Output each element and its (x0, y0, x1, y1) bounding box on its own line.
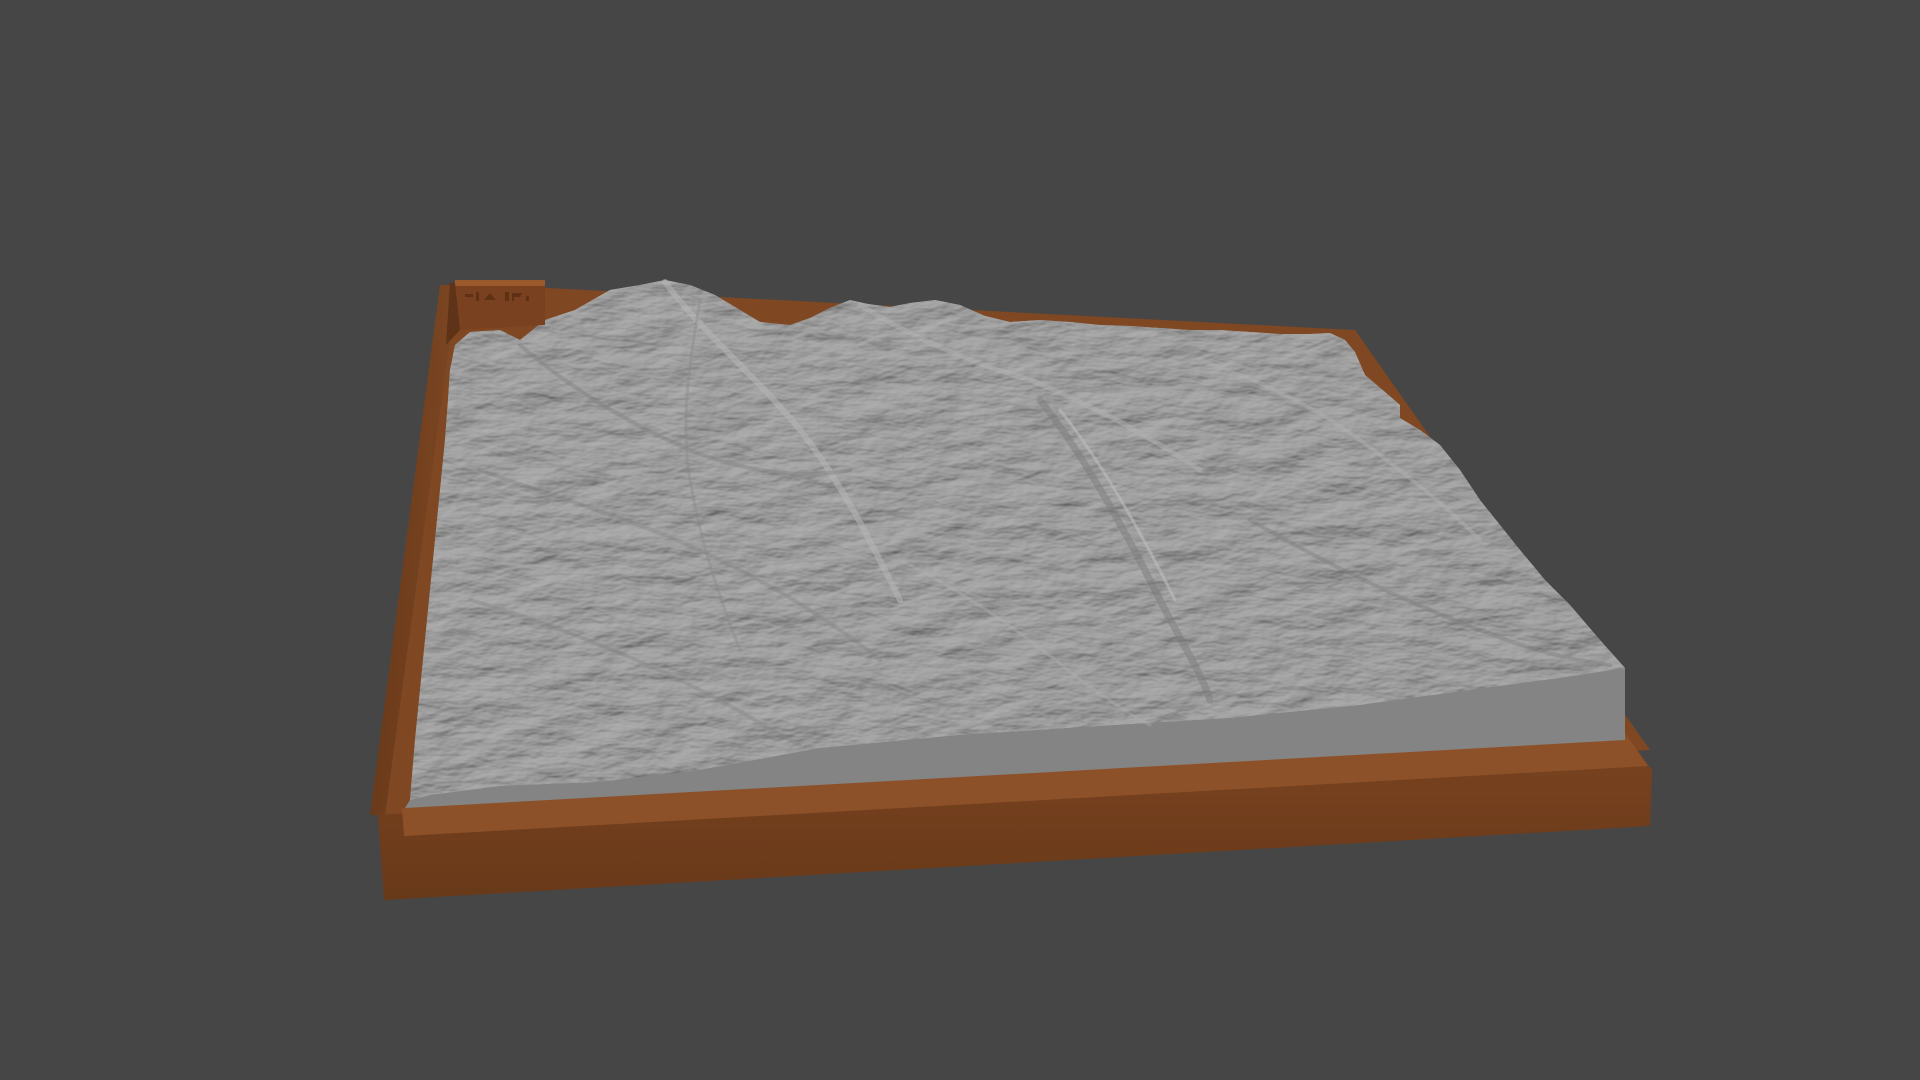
label-block-top (455, 280, 545, 286)
render-viewport (0, 0, 1920, 1080)
label-block-front (455, 283, 545, 330)
scene-render (370, 279, 1652, 900)
